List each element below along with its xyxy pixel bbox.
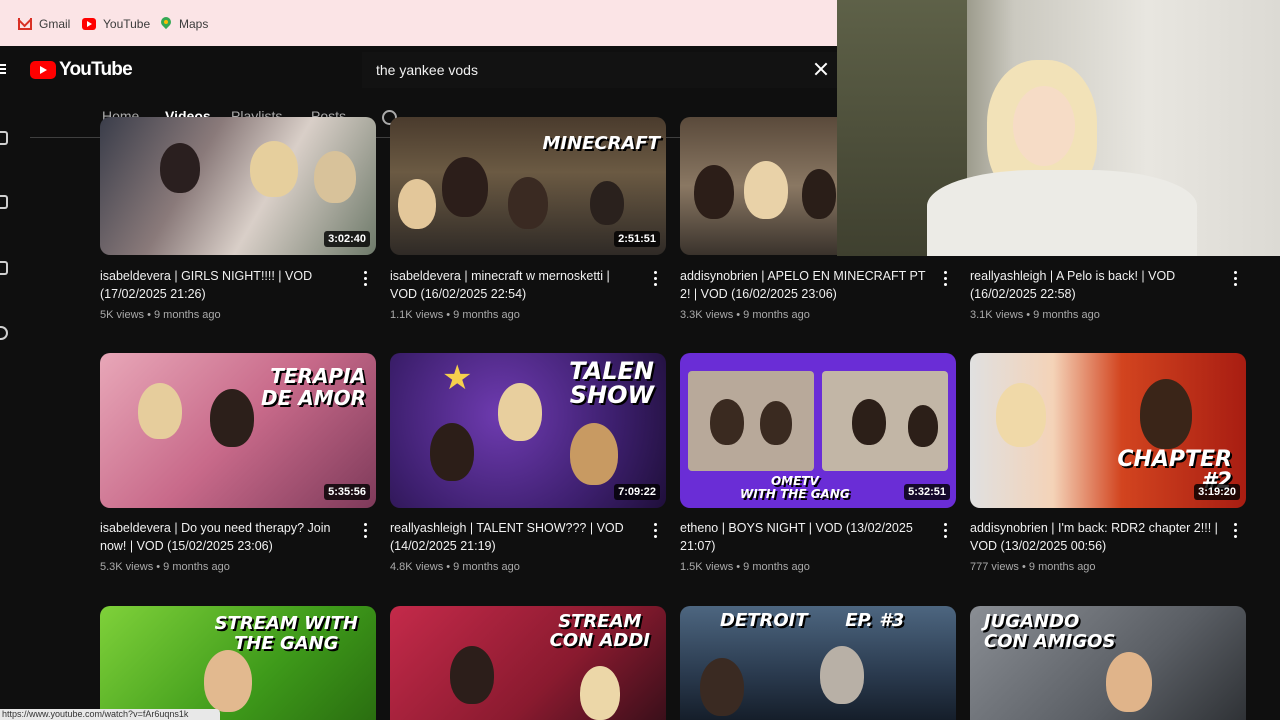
video-meta: 1.1K views • 9 months ago: [390, 309, 520, 321]
video-title[interactable]: isabeldevera | Do you need therapy? Join…: [100, 519, 350, 555]
more-options-icon[interactable]: [654, 271, 658, 287]
video-thumbnail[interactable]: STREAM WITH THE GANG: [100, 606, 376, 720]
duration-badge: 7:09:22: [614, 484, 660, 500]
video-thumbnail[interactable]: CHAPTER #2 3:19:20: [970, 353, 1246, 508]
video-meta: 3.1K views • 9 months ago: [970, 309, 1100, 321]
duration-badge: 5:32:51: [904, 484, 950, 500]
duration-badge: 3:19:20: [1194, 484, 1240, 500]
video-meta: 5.3K views • 9 months ago: [100, 561, 230, 573]
duration-badge: 3:02:40: [324, 231, 370, 247]
more-options-icon[interactable]: [654, 523, 658, 539]
video-meta: 3.3K views • 9 months ago: [680, 309, 810, 321]
video-title[interactable]: reallyashleigh | TALENT SHOW??? | VOD (1…: [390, 519, 640, 555]
thumbnail-text: OMETV WITH THE GANG: [740, 474, 850, 501]
more-options-icon[interactable]: [944, 271, 948, 287]
star-icon: ★: [442, 359, 473, 397]
duration-badge: 5:35:56: [324, 484, 370, 500]
video-meta: 1.5K views • 9 months ago: [680, 561, 810, 573]
video-thumbnail[interactable]: DETROIT EP. #3: [680, 606, 956, 720]
video-thumbnail[interactable]: TALEN SHOW ★ 7:09:22: [390, 353, 666, 508]
video-thumbnail[interactable]: TERAPIA DE AMOR 5:35:56: [100, 353, 376, 508]
video-title[interactable]: reallyashleigh | A Pelo is back! | VOD (…: [970, 267, 1220, 303]
thumbnail-text: MINECRAFT: [542, 133, 660, 154]
video-meta: 5K views • 9 months ago: [100, 309, 221, 321]
video-thumbnail[interactable]: MINECRAFT 2:51:51: [390, 117, 666, 255]
video-meta: 777 views • 9 months ago: [970, 561, 1096, 573]
video-title[interactable]: isabeldevera | minecraft w mernosketti |…: [390, 267, 640, 303]
thumbnail-text: TERAPIA DE AMOR: [260, 364, 366, 410]
video-title[interactable]: addisynobrien | I'm back: RDR2 chapter 2…: [970, 519, 1220, 555]
more-options-icon[interactable]: [1234, 523, 1238, 539]
more-options-icon[interactable]: [364, 523, 368, 539]
video-thumbnail[interactable]: JUGANDO CON AMIGOS: [970, 606, 1246, 720]
thumbnail-text: STREAM CON ADDI: [549, 611, 650, 651]
more-options-icon[interactable]: [1234, 271, 1238, 287]
video-thumbnail[interactable]: [680, 117, 837, 255]
video-meta: 4.8K views • 9 months ago: [390, 561, 520, 573]
video-title[interactable]: etheno | BOYS NIGHT | VOD (13/02/2025 21…: [680, 519, 930, 555]
thumbnail-text: TALEN SHOW: [569, 357, 654, 409]
thumbnail-text: JUGANDO CON AMIGOS: [984, 611, 1116, 652]
status-bar-url: https://www.youtube.com/watch?v=fAr6uqns…: [0, 709, 220, 720]
video-thumbnail[interactable]: STREAM CON ADDI: [390, 606, 666, 720]
duration-badge: 2:51:51: [614, 231, 660, 247]
thumbnail-text: STREAM WITH THE GANG: [214, 613, 358, 654]
video-title[interactable]: addisynobrien | APELO EN MINECRAFT PT 2!…: [680, 267, 930, 303]
more-options-icon[interactable]: [364, 271, 368, 287]
video-title[interactable]: isabeldevera | GIRLS NIGHT!!!! | VOD (17…: [100, 267, 350, 303]
webcam-overlay: [837, 0, 1280, 256]
video-thumbnail[interactable]: 3:02:40: [100, 117, 376, 255]
more-options-icon[interactable]: [944, 523, 948, 539]
video-thumbnail[interactable]: OMETV WITH THE GANG 5:32:51: [680, 353, 956, 508]
thumbnail-text: DETROIT EP. #3: [720, 610, 905, 631]
